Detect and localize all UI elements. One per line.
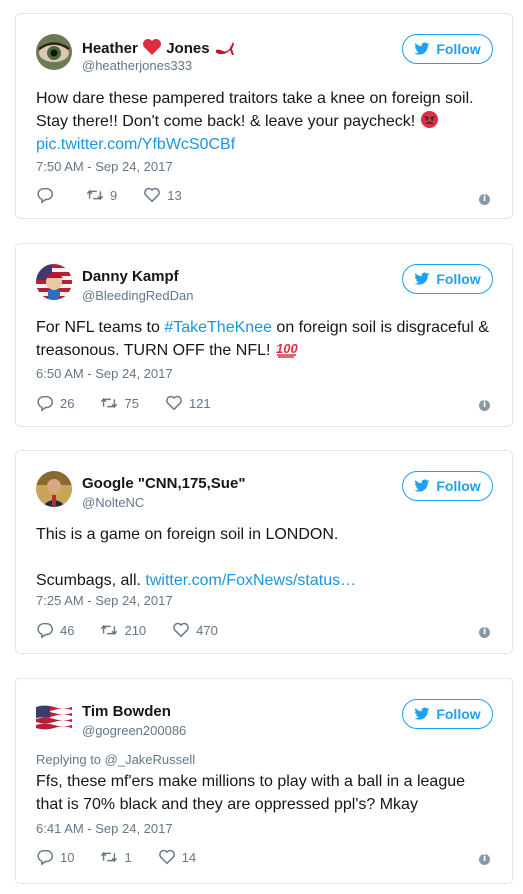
retweet-icon	[101, 851, 118, 863]
high-heel-emoji-icon	[215, 42, 234, 55]
status-link[interactable]: twitter.com/FoxNews/status…	[145, 572, 356, 589]
reply-button[interactable]: 10	[36, 848, 74, 866]
timestamp[interactable]: 6:50 AM - Sep 24, 2017	[36, 366, 173, 381]
retweet-icon	[101, 624, 118, 636]
angry-face-emoji-icon	[420, 110, 438, 129]
tweet-text: Ffs, these mf'ers make millions to play …	[36, 773, 466, 813]
heart-icon	[144, 187, 161, 203]
heart-icon	[173, 622, 190, 638]
follow-button[interactable]: Follow	[402, 471, 493, 501]
follow-button[interactable]: Follow	[402, 699, 493, 729]
like-button[interactable]: 13	[143, 186, 182, 204]
hundred-points-emoji-icon: 100	[276, 341, 298, 358]
display-name[interactable]: Tim Bowden	[82, 703, 171, 720]
like-button[interactable]: 470	[172, 621, 218, 639]
follow-button[interactable]: Follow	[402, 264, 493, 294]
info-icon[interactable]: i	[479, 194, 490, 205]
tweet-actions: 26 75 121	[36, 394, 237, 412]
retweet-button[interactable]: 210	[100, 621, 146, 639]
like-button[interactable]: 121	[165, 394, 211, 412]
retweet-icon	[101, 397, 118, 409]
tweet-actions: 46 210 470	[36, 621, 244, 639]
avatar[interactable]	[36, 264, 72, 300]
reply-icon	[37, 849, 53, 866]
reply-icon	[37, 395, 53, 412]
tweet-card: Heather Jones @heatherjones333 Follow Ho…	[15, 13, 513, 219]
twitter-bird-icon	[414, 42, 430, 55]
handle[interactable]: @gogreen200086	[82, 723, 186, 738]
avatar[interactable]	[36, 34, 72, 70]
tweet-card: Tim Bowden @gogreen200086 Follow Replyin…	[15, 678, 513, 884]
hashtag-link[interactable]: #TakeTheKnee	[164, 319, 272, 336]
tweet-card: Google "CNN,175,Sue" @NolteNC Follow Thi…	[15, 450, 513, 654]
tweet-card: Danny Kampf @BleedingRedDan Follow For N…	[15, 243, 513, 427]
retweet-button[interactable]: 9	[86, 186, 117, 204]
heart-emoji-icon	[143, 39, 162, 55]
handle[interactable]: @NolteNC	[82, 495, 144, 510]
reply-button[interactable]: 26	[36, 394, 74, 412]
display-name[interactable]: Google "CNN,175,Sue"	[82, 475, 245, 492]
reply-icon	[37, 187, 53, 204]
display-name[interactable]: Danny Kampf	[82, 268, 179, 285]
info-icon[interactable]: i	[479, 854, 490, 865]
twitter-bird-icon	[414, 272, 430, 285]
heart-icon	[166, 395, 182, 411]
reply-button[interactable]: 46	[36, 621, 74, 639]
handle[interactable]: @BleedingRedDan	[82, 288, 194, 303]
heart-icon	[158, 849, 175, 865]
timestamp[interactable]: 7:50 AM - Sep 24, 2017	[36, 159, 173, 174]
info-icon[interactable]: i	[479, 400, 490, 411]
reply-button[interactable]	[36, 186, 60, 204]
svg-text:100: 100	[276, 341, 298, 356]
info-icon[interactable]: i	[479, 627, 490, 638]
avatar[interactable]	[36, 699, 72, 735]
retweet-icon	[86, 189, 104, 201]
tweet-text: For NFL teams to #TakeTheKnee on foreign…	[36, 319, 489, 359]
timestamp[interactable]: 7:25 AM - Sep 24, 2017	[36, 593, 173, 608]
tweet-actions: 10 1 14	[36, 848, 222, 866]
handle[interactable]: @heatherjones333	[82, 58, 192, 73]
follow-button[interactable]: Follow	[402, 34, 493, 64]
reply-icon	[37, 622, 53, 639]
tweet-text: How dare these pampered traitors take a …	[36, 87, 492, 156]
avatar[interactable]	[36, 471, 72, 507]
media-link[interactable]: pic.twitter.com/YfbWcS0CBf	[36, 133, 492, 156]
timestamp[interactable]: 6:41 AM - Sep 24, 2017	[36, 821, 173, 836]
tweet-actions: 9 13	[36, 186, 208, 204]
retweet-button[interactable]: 1	[100, 848, 132, 866]
twitter-bird-icon	[414, 707, 430, 720]
display-name[interactable]: Heather Jones	[82, 38, 236, 57]
retweet-button[interactable]: 75	[100, 394, 139, 412]
twitter-bird-icon	[414, 479, 430, 492]
replying-to[interactable]: Replying to @_JakeRussell	[36, 752, 195, 767]
like-button[interactable]: 14	[158, 848, 196, 866]
tweet-text: This is a game on foreign soil in LONDON…	[36, 526, 357, 589]
